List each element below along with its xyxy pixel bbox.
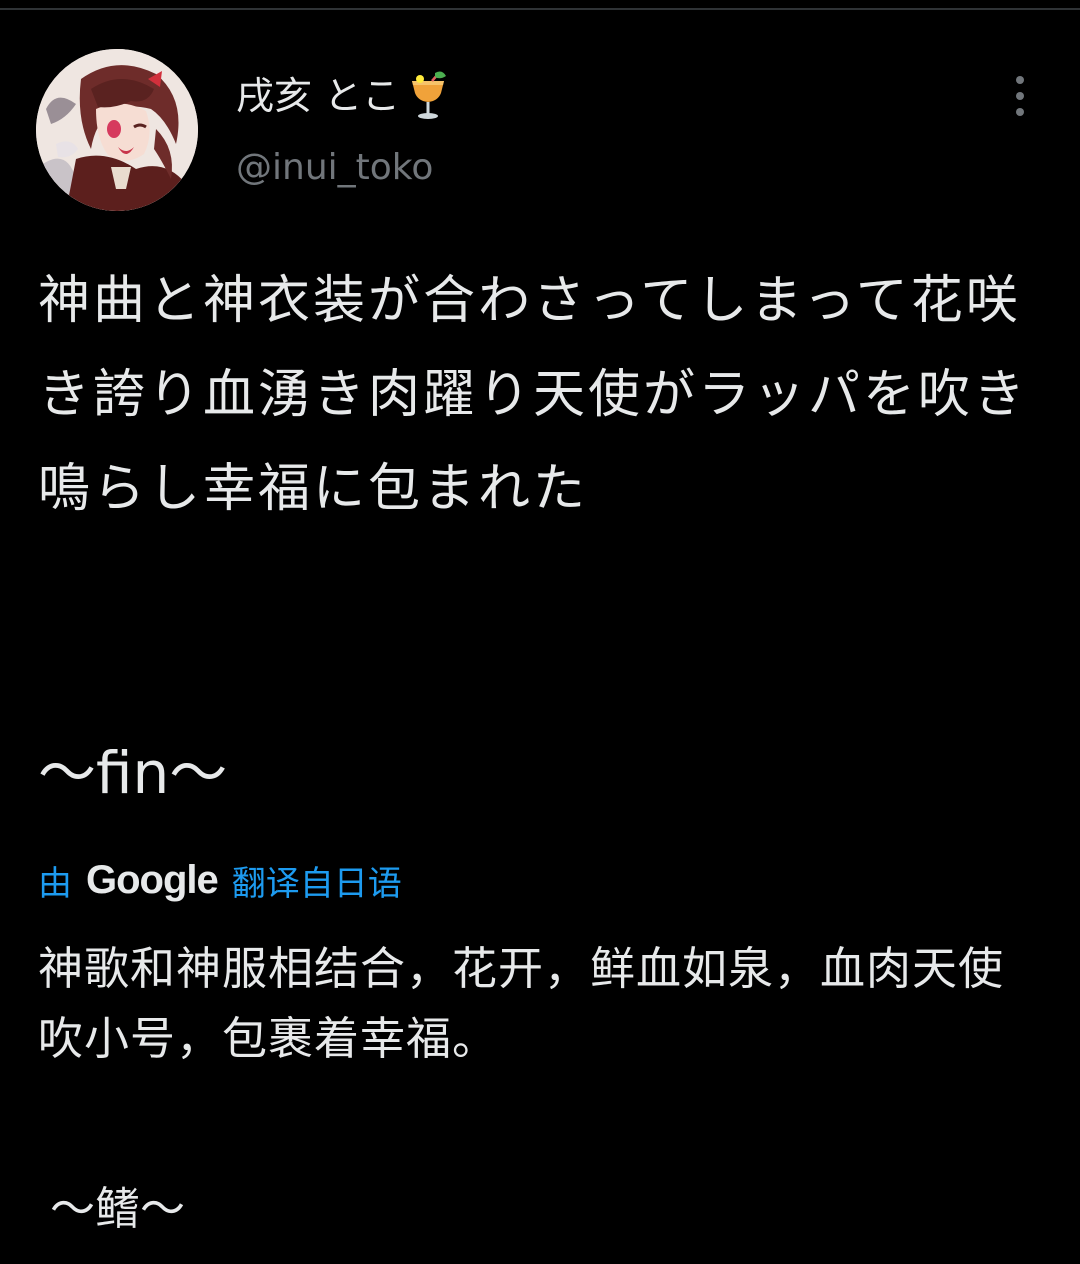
google-logo: Google [86, 857, 219, 902]
more-vertical-icon [1016, 76, 1024, 84]
avatar[interactable] [36, 49, 198, 211]
tweet-text: 神曲と神衣装が合わさってしまって花咲き誇り血湧き肉躍り天使がラッパを吹き鳴らし幸… [38, 271, 1029, 519]
tropical-drink-icon [408, 71, 448, 121]
tweet-fin-text: ～fin～ [38, 739, 228, 807]
more-vertical-icon [1016, 92, 1024, 100]
more-vertical-icon [1016, 108, 1024, 116]
translation-source-language[interactable]: 翻译自日语 [232, 856, 402, 905]
display-name-text: 戌亥 とこ [236, 74, 401, 118]
translated-fin-text: ～鳍～ [50, 1182, 186, 1235]
author-display-name[interactable]: 戌亥 とこ [236, 66, 448, 126]
translation-attribution[interactable]: 由 Google 翻译自日语 [38, 852, 402, 908]
top-divider [0, 8, 1080, 10]
more-options-button[interactable] [1002, 74, 1038, 118]
translation-prefix: 由 [38, 863, 72, 904]
author-handle[interactable]: @inui_toko [236, 142, 433, 194]
avatar-image [36, 49, 198, 211]
translated-text: 神歌和神服相结合，花开，鲜血如泉，血肉天使吹小号，包裹着幸福。 [38, 942, 1005, 1065]
